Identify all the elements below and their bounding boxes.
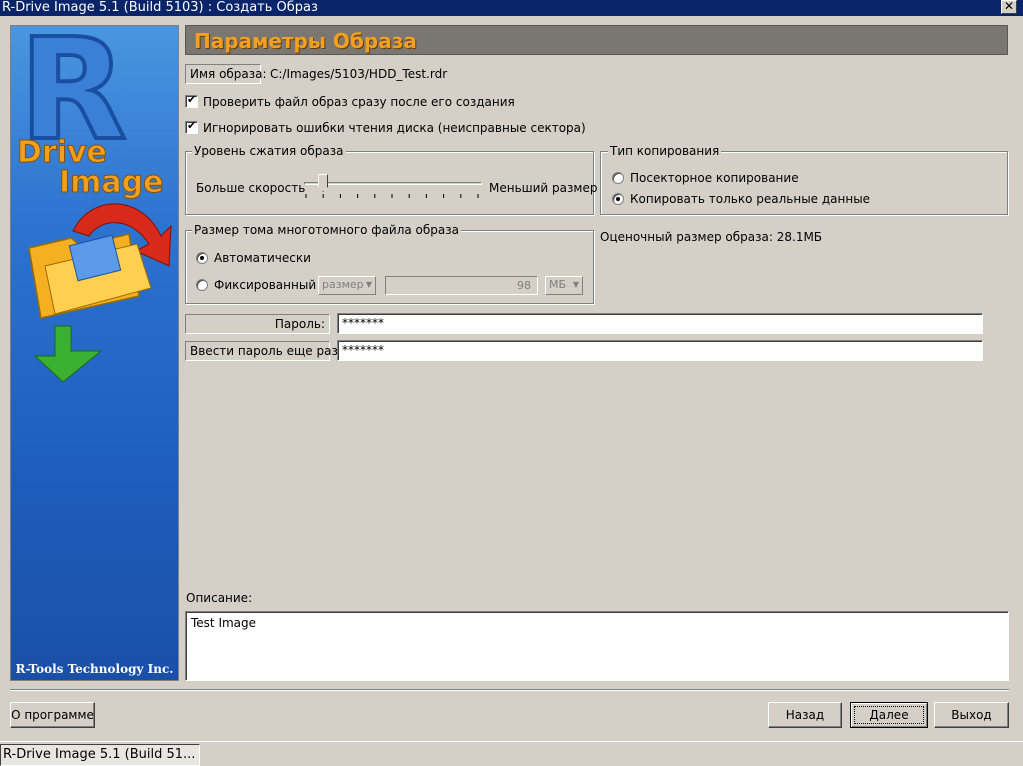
close-icon: ✕ <box>1004 0 1015 13</box>
real-data-radio[interactable] <box>612 193 624 205</box>
password-label: Пароль: <box>185 314 330 334</box>
slider-left-label: Больше скорость <box>196 181 306 195</box>
window-close-button[interactable]: ✕ <box>1001 0 1017 14</box>
section-title: Параметры Образа <box>194 29 417 53</box>
footer-divider <box>10 689 1009 691</box>
slider-right-label: Меньший размер <box>489 181 598 195</box>
taskbar: R-Drive Image 5.1 (Build 51... <box>0 741 1023 766</box>
image-name-label: Имя образа: <box>185 64 267 84</box>
chevron-down-icon: ▼ <box>572 280 579 289</box>
company-name: R-Tools Technology Inc. <box>15 662 174 676</box>
back-button[interactable]: Назад <box>768 702 842 728</box>
product-logo: R Drive Image <box>17 26 172 383</box>
unit-select[interactable]: МБ ▼ <box>545 276 583 295</box>
password-confirm-input[interactable]: ******* <box>337 340 983 361</box>
next-button-label: Далее <box>854 706 924 724</box>
fixed-size-label: Фиксированный <box>214 278 317 292</box>
password-confirm-label: Ввести пароль еще раз: <box>185 341 342 361</box>
sector-copy-radio[interactable] <box>612 172 624 184</box>
about-button[interactable]: О программе <box>10 702 95 728</box>
estimated-size: Оценочный размер образа: 28.1МБ <box>600 230 823 244</box>
window-title: R-Drive Image 5.1 (Build 5103) : Создать… <box>2 0 318 15</box>
chevron-down-icon: ▼ <box>365 280 372 289</box>
ignore-errors-label: Игнорировать ошибки чтения диска (неиспр… <box>203 121 586 135</box>
size-value-input[interactable]: 98 <box>385 276 538 295</box>
auto-size-label: Автоматически <box>214 251 311 265</box>
compression-slider[interactable] <box>300 172 484 200</box>
section-header: Параметры Образа <box>185 25 1008 55</box>
sector-copy-label: Посекторное копирование <box>630 171 799 185</box>
size-preset-value: размер <box>322 278 364 291</box>
real-data-label: Копировать только реальные данные <box>630 192 871 206</box>
slider-ticks <box>305 194 479 198</box>
check-icon: ✔ <box>187 93 197 106</box>
description-value: Test Image <box>191 616 257 630</box>
green-arrow-icon <box>33 325 103 383</box>
description-label: Описание: <box>186 591 253 605</box>
logo-image-text: Image <box>59 165 164 200</box>
check-icon: ✔ <box>187 119 197 132</box>
product-banner: R Drive Image R-Tools Technology Inc. <box>10 25 179 681</box>
exit-button[interactable]: Выход <box>934 702 1009 728</box>
description-textarea[interactable]: Test Image <box>185 611 1009 681</box>
next-button[interactable]: Далее <box>850 702 928 728</box>
auto-size-radio[interactable] <box>196 252 208 264</box>
fixed-size-radio[interactable] <box>196 279 208 291</box>
ignore-errors-checkbox[interactable]: ✔ <box>185 119 198 134</box>
window-titlebar: R-Drive Image 5.1 (Build 5103) : Создать… <box>0 0 1023 16</box>
verify-checkbox[interactable]: ✔ <box>185 93 198 108</box>
copy-type-legend: Тип копирования <box>608 144 722 158</box>
password-input[interactable]: ******* <box>337 313 983 334</box>
unit-value: МБ <box>549 278 567 291</box>
verify-label: Проверить файл образ сразу после его соз… <box>203 95 515 109</box>
compression-legend: Уровень сжатия образа <box>192 144 346 158</box>
image-name-value: C:/Images/5103/HDD_Test.rdr <box>270 67 448 81</box>
multivolume-legend: Размер тома многотомного файла образа <box>192 223 462 237</box>
taskbar-item[interactable]: R-Drive Image 5.1 (Build 51... <box>0 744 200 766</box>
size-preset-select[interactable]: размер ▼ <box>318 276 376 295</box>
